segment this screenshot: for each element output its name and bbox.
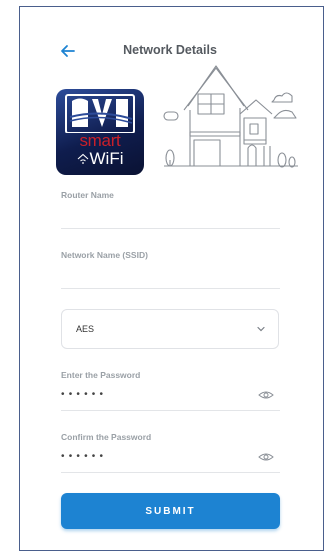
- security-select[interactable]: AES: [61, 309, 279, 349]
- security-select-value: AES: [76, 324, 95, 334]
- password-underline: [61, 410, 280, 411]
- confirm-password-label: Confirm the Password: [61, 432, 152, 442]
- eye-icon[interactable]: [258, 452, 274, 462]
- password-input[interactable]: ••••••: [61, 389, 107, 400]
- password-label: Enter the Password: [61, 370, 141, 380]
- confirm-password-underline: [61, 472, 280, 473]
- confirm-password-input[interactable]: ••••••: [61, 451, 107, 462]
- chevron-down-icon: [257, 326, 265, 332]
- wifi-house-icon: [77, 153, 88, 164]
- router-name-input[interactable]: [61, 210, 280, 226]
- submit-button[interactable]: SUBMIT: [61, 493, 280, 529]
- router-name-label: Router Name: [61, 190, 114, 200]
- ssid-underline: [61, 288, 280, 289]
- eye-icon[interactable]: [258, 390, 274, 400]
- logo-emblem-icon: [65, 94, 135, 133]
- ssid-label: Network Name (SSID): [61, 250, 148, 260]
- logo-wifi-label: WiFi: [89, 149, 124, 168]
- page-title: Network Details: [123, 43, 217, 57]
- logo-wifi-text: WiFi: [56, 150, 144, 167]
- house-illustration: [163, 65, 298, 168]
- ssid-input[interactable]: [61, 270, 280, 286]
- logo-smart-text: smart: [79, 131, 121, 150]
- router-name-underline: [61, 228, 280, 229]
- back-arrow-icon[interactable]: [59, 42, 77, 60]
- app-logo: smart WiFi: [56, 89, 144, 175]
